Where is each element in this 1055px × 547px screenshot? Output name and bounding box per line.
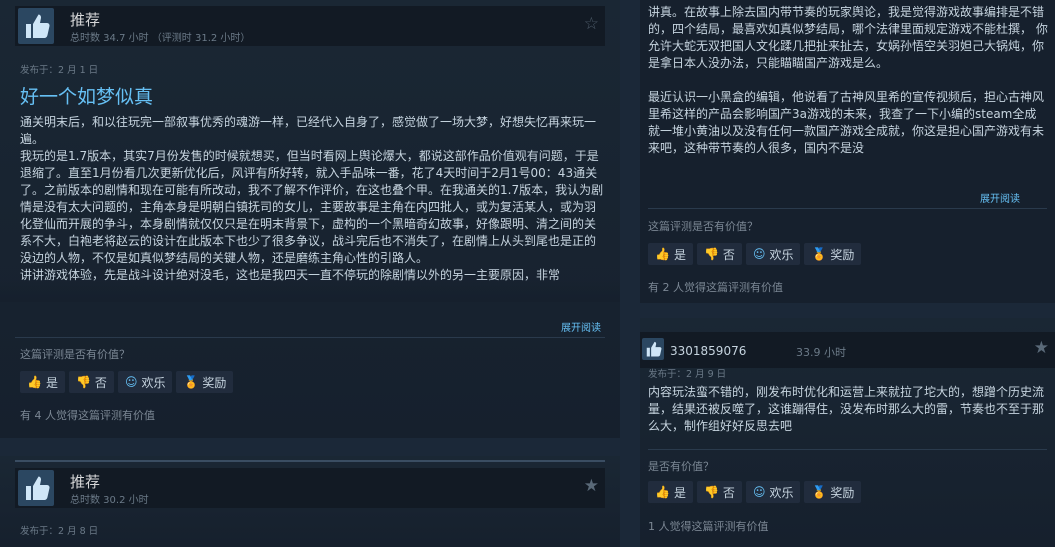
award-button[interactable]: 🏅 奖励 [804, 481, 862, 503]
review-playtime: 总时数 34.7 小时 （评测时 31.2 小时） [70, 33, 251, 44]
right-review-column: 讲真。在故事上除去国内带节奏的玩家舆论，我是觉得游戏故事编排是不错的，四个结局，… [640, 0, 1055, 547]
review-posted-date: 发布于：2 月 8 日 [20, 526, 99, 537]
helpful-count: 1 人觉得这篇评测有价值 [648, 520, 769, 533]
review-card: 推荐 总时数 34.7 小时 （评测时 31.2 小时） ☆ 发布于：2 月 1… [0, 0, 620, 438]
thumbs-up-icon: 👍 [27, 375, 42, 389]
reviewer-name[interactable]: 3301859076 [670, 344, 746, 358]
thumbs-up-icon: 👍 [655, 247, 670, 261]
vote-yes-button[interactable]: 👍 是 [648, 481, 693, 503]
thumbs-down-icon: 👎 [75, 375, 91, 389]
review-header: 推荐 总时数 30.2 小时 ★ [15, 468, 605, 508]
helpful-count: 有 4 人觉得这篇评测有价值 [20, 409, 155, 422]
helpful-question: 这篇评测是否有价值？ [648, 220, 758, 233]
review-title: 好一个如梦似真 [20, 86, 154, 108]
left-review-column: 推荐 总时数 34.7 小时 （评测时 31.2 小时） ☆ 发布于：2 月 1… [0, 0, 620, 547]
vote-no-button[interactable]: 👎 否 [696, 481, 742, 503]
recommended-thumb-icon [18, 470, 54, 506]
thumbs-down-icon: 👎 [703, 485, 719, 499]
review-paragraph: 通关明末后，和以往玩完一部叙事优秀的魂游一样，已经代入自身了，感觉做了一场大梦，… [20, 115, 597, 146]
award-icon: 🏅 [811, 247, 827, 261]
review-paragraph: 讲真。在故事上除去国内带节奏的玩家舆论，我是觉得游戏故事编排是不错的，四个结局，… [648, 5, 1048, 70]
thumbs-down-icon: 👎 [703, 247, 719, 261]
helpful-question: 是否有价值？ [648, 460, 714, 473]
review-verdict: 推荐 [70, 11, 101, 29]
divider [648, 449, 1047, 450]
review-header: 推荐 总时数 34.7 小时 （评测时 31.2 小时） ☆ [15, 6, 605, 46]
vote-yes-button[interactable]: 👍 是 [20, 371, 65, 393]
review-card: 推荐 总时数 30.2 小时 ★ 发布于：2 月 8 日 [0, 456, 620, 547]
review-playtime: 33.9 小时 [796, 346, 846, 359]
review-body: 讲真。在故事上除去国内带节奏的玩家舆论，我是觉得游戏故事编排是不错的，四个结局，… [648, 4, 1048, 174]
helpful-question: 这篇评测是否有价值？ [20, 348, 130, 361]
star-icon[interactable]: ★ [1034, 338, 1049, 358]
smiley-icon: ☺ [124, 375, 138, 389]
vote-funny-button[interactable]: ☺ 欢乐 [745, 481, 801, 503]
review-header: 3301859076 33.9 小时 ★ [640, 332, 1055, 368]
review-paragraph: 我玩的是1.7版本，其实7月份发售的时候就想买，但当时看网上舆论爆大，都说这部作… [20, 149, 604, 265]
vote-buttons: 👍 是 👎 否 ☺ 欢乐 🏅 奖励 [20, 371, 234, 393]
review-body: 内容玩法蛮不错的，刚发布时优化和运营上来就拉了坨大的，想蹭个历史流量，结果还被反… [648, 385, 1045, 433]
review-body: 通关明末后，和以往玩完一部叙事优秀的魂游一样，已经代入自身了，感觉做了一场大梦，… [20, 114, 605, 300]
expand-review-link[interactable]: 展开阅读 [980, 190, 1020, 205]
smiley-icon: ☺ [752, 485, 766, 499]
award-icon: 🏅 [811, 485, 827, 499]
divider [648, 208, 1047, 209]
text-fade [0, 280, 620, 302]
award-button[interactable]: 🏅 奖励 [804, 243, 862, 265]
review-paragraph: 最近认识一小黑盒的编辑，他说看了古神风里希的宣传视频后，担心古神风里希这样的产品… [648, 90, 1045, 155]
vote-no-button[interactable]: 👎 否 [696, 243, 742, 265]
review-card: 3301859076 33.9 小时 ★ 发布于：2 月 9 日 内容玩法蛮不错… [640, 318, 1055, 547]
recommended-thumb-icon [642, 338, 664, 360]
vote-buttons: 👍 是 👎 否 ☺ 欢乐 🏅 奖励 [648, 243, 862, 265]
vote-buttons: 👍 是 👎 否 ☺ 欢乐 🏅 奖励 [648, 481, 862, 503]
divider [15, 337, 605, 338]
review-posted-date: 发布于：2 月 9 日 [648, 369, 727, 380]
award-button[interactable]: 🏅 奖励 [176, 371, 234, 393]
vote-funny-button[interactable]: ☺ 欢乐 [745, 243, 801, 265]
review-playtime: 总时数 30.2 小时 [70, 495, 149, 506]
star-icon[interactable]: ☆ [584, 14, 599, 34]
thumbs-up-icon: 👍 [655, 485, 670, 499]
review-posted-date: 发布于：2 月 1 日 [20, 65, 99, 76]
review-verdict: 推荐 [70, 473, 101, 491]
vote-funny-button[interactable]: ☺ 欢乐 [117, 371, 173, 393]
text-fade [640, 154, 1055, 176]
helpful-count: 有 2 人觉得这篇评测有价值 [648, 281, 783, 294]
vote-no-button[interactable]: 👎 否 [68, 371, 114, 393]
star-icon[interactable]: ★ [584, 476, 599, 496]
review-card: 讲真。在故事上除去国内带节奏的玩家舆论，我是觉得游戏故事编排是不错的，四个结局，… [640, 0, 1055, 303]
recommended-thumb-icon [18, 8, 54, 44]
smiley-icon: ☺ [752, 247, 766, 261]
vote-yes-button[interactable]: 👍 是 [648, 243, 693, 265]
expand-review-link[interactable]: 展开阅读 [561, 319, 601, 334]
award-icon: 🏅 [183, 375, 199, 389]
card-top-border [15, 460, 605, 462]
